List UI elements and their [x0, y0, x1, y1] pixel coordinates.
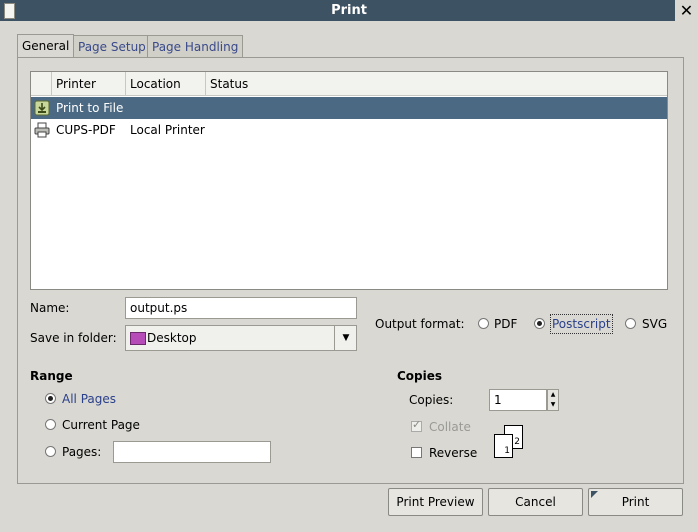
current-page-label[interactable]: Current Page	[62, 415, 140, 435]
printer-location: Local Printer	[130, 123, 205, 137]
stepper-up-icon[interactable]: ▲	[548, 390, 558, 400]
tab-general[interactable]: General	[17, 34, 75, 58]
all-pages-label[interactable]: All Pages	[62, 389, 116, 409]
postscript-label[interactable]: Postscript	[550, 314, 613, 334]
desktop-folder-icon	[130, 332, 146, 345]
copies-input[interactable]: 1	[489, 389, 547, 411]
printer-icon	[34, 122, 50, 138]
page-number: 2	[514, 437, 520, 447]
folder-combo[interactable]: Desktop ▼	[125, 325, 357, 351]
printer-name: Print to File	[56, 101, 124, 115]
copies-label: Copies:	[409, 393, 454, 407]
window-title: Print	[331, 3, 367, 18]
pdf-label[interactable]: PDF	[494, 314, 517, 334]
copies-stepper[interactable]: ▲ ▼	[547, 389, 559, 411]
column-header-printer[interactable]: Printer	[52, 72, 126, 96]
reverse-label[interactable]: Reverse	[429, 443, 477, 463]
copies-heading: Copies	[397, 369, 443, 383]
page-illustration-front: 1	[494, 434, 513, 458]
tab-page-setup[interactable]: Page Setup	[73, 35, 151, 57]
print-to-file-icon	[34, 100, 50, 116]
radio-pages[interactable]	[45, 446, 56, 457]
print-button-label: Print	[621, 495, 650, 509]
range-heading: Range	[30, 369, 73, 383]
output-format-label: Output format:	[375, 317, 465, 331]
folder-value: Desktop	[147, 331, 197, 345]
stepper-down-icon[interactable]: ▼	[548, 400, 558, 410]
default-button-marker-icon	[591, 491, 598, 498]
close-icon[interactable]: ✕	[675, 0, 698, 21]
cancel-button[interactable]: Cancel	[488, 488, 583, 516]
pages-input[interactable]	[113, 441, 271, 463]
checkmark-icon: ✓	[412, 418, 422, 431]
tab-page-handling[interactable]: Page Handling	[147, 35, 244, 57]
radio-postscript[interactable]	[534, 318, 545, 329]
printer-list[interactable]: Printer Location Status Print to File CU…	[30, 71, 668, 290]
column-header-icon[interactable]	[31, 72, 52, 96]
svg-label[interactable]: SVG	[642, 314, 667, 334]
reverse-checkbox[interactable]	[411, 447, 422, 458]
printer-row[interactable]: Print to File	[31, 97, 667, 119]
collate-checkbox[interactable]: ✓	[411, 418, 422, 432]
printer-name: CUPS-PDF	[56, 123, 116, 137]
pages-label[interactable]: Pages:	[62, 442, 101, 462]
radio-all-pages[interactable]	[45, 393, 56, 404]
save-in-folder-label: Save in folder:	[30, 331, 117, 345]
page-number: 1	[504, 446, 510, 456]
name-label: Name:	[30, 301, 70, 315]
print-button[interactable]: Print	[588, 488, 683, 516]
column-header-status[interactable]: Status	[206, 72, 667, 96]
radio-pdf[interactable]	[478, 318, 489, 329]
print-preview-button[interactable]: Print Preview	[388, 488, 483, 516]
radio-current-page[interactable]	[45, 419, 56, 430]
chevron-down-icon[interactable]: ▼	[334, 326, 357, 350]
printer-row[interactable]: CUPS-PDF Local Printer	[31, 119, 667, 141]
name-input[interactable]: output.ps	[125, 297, 357, 319]
radio-svg[interactable]	[625, 318, 636, 329]
collate-label[interactable]: Collate	[429, 417, 471, 437]
column-header-location[interactable]: Location	[126, 72, 206, 96]
